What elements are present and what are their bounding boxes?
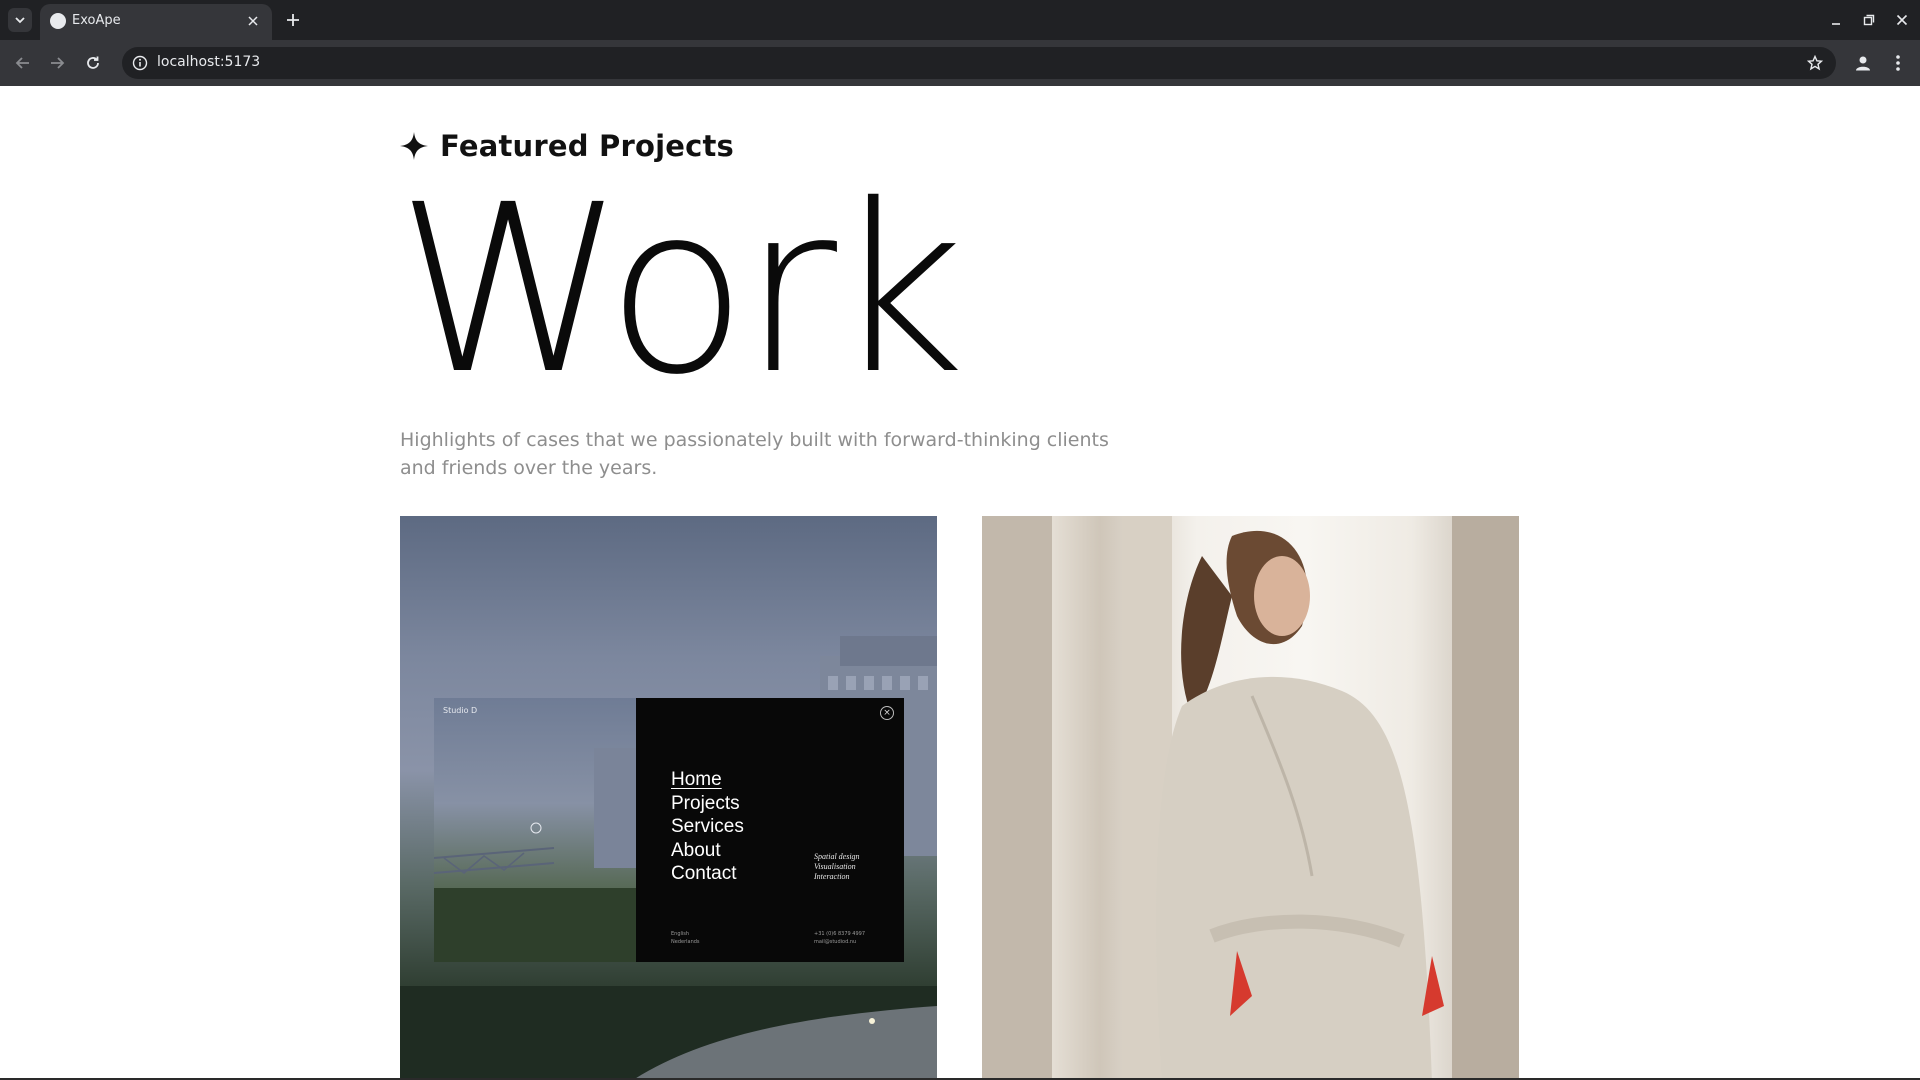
mockup-tag: Spatial design — [814, 852, 860, 861]
chevron-down-icon — [15, 17, 25, 24]
woman-in-coat-illustration — [982, 516, 1519, 1080]
mockup-tags: Spatial design Visualisation Interaction — [814, 852, 860, 882]
mockup-menu-item: About — [671, 839, 721, 861]
url-text[interactable]: localhost:5173 — [157, 54, 260, 70]
mockup-menu: Home Projects Services About Contact — [671, 768, 744, 886]
address-bar[interactable]: localhost:5173 — [122, 47, 1836, 79]
mockup-language: Nederlands — [671, 939, 700, 945]
browser-toolbar: localhost:5173 — [0, 40, 1920, 86]
page-content: Featured Projects Work Highlights of cas… — [0, 86, 1920, 1080]
bridge-illustration — [434, 748, 636, 962]
tab-title: ExoApe — [72, 13, 121, 28]
new-tab-button[interactable] — [282, 9, 304, 31]
arrow-right-icon — [51, 57, 65, 69]
mockup-menu-panel: × Home Projects Services About Contact S… — [636, 698, 904, 962]
person-icon — [1856, 56, 1870, 71]
mockup-menu-item: Projects — [671, 792, 740, 814]
project-card-studio-d[interactable]: Studio D × Home Projects Services About … — [400, 516, 937, 1080]
close-icon — [248, 16, 258, 26]
mockup-contact: +31 (0)6 8379 4997 mail@studiod.nu — [814, 930, 865, 946]
site-info-button[interactable] — [130, 53, 150, 73]
close-icon — [1896, 14, 1908, 26]
info-icon — [132, 55, 148, 71]
mockup-menu-item: Home — [671, 769, 722, 790]
mockup-hero-image: Studio D — [434, 698, 636, 962]
mockup-languages: English Nederlands — [671, 930, 700, 946]
site-mockup: Studio D × Home Projects Services About … — [434, 698, 904, 962]
arrow-left-icon — [15, 57, 29, 69]
mockup-email: mail@studiod.nu — [814, 939, 857, 945]
more-vertical-icon — [1896, 55, 1900, 71]
favicon-icon — [50, 13, 66, 29]
browser-tab-bar: ExoApe — [0, 0, 1920, 40]
hero-title: Work — [396, 155, 965, 425]
minimize-button[interactable] — [1826, 10, 1846, 30]
mockup-close-icon: × — [880, 706, 894, 720]
close-tab-button[interactable] — [244, 12, 262, 30]
hero-subtitle: Highlights of cases that we passionately… — [400, 429, 1109, 479]
reload-button[interactable] — [80, 50, 106, 76]
star-icon — [1807, 55, 1823, 71]
plus-icon — [287, 14, 299, 26]
restore-button[interactable] — [1859, 10, 1879, 30]
mockup-menu-item: Contact — [671, 863, 737, 884]
mockup-tag: Interaction — [814, 872, 850, 881]
browser-tab[interactable]: ExoApe — [40, 4, 272, 40]
browser-menu-button[interactable] — [1885, 50, 1911, 76]
back-button[interactable] — [10, 50, 36, 76]
profile-button[interactable] — [1850, 50, 1876, 76]
mockup-menu-item: Services — [671, 816, 744, 837]
restore-icon — [1863, 14, 1875, 26]
close-window-button[interactable] — [1892, 10, 1912, 30]
bookmark-button[interactable] — [1804, 52, 1826, 74]
minimize-icon — [1832, 23, 1840, 25]
mockup-language: English — [671, 931, 690, 937]
forward-button[interactable] — [44, 50, 70, 76]
mockup-phone: +31 (0)6 8379 4997 — [814, 931, 866, 937]
reload-icon — [87, 56, 99, 69]
tab-list-button[interactable] — [8, 8, 32, 32]
project-card-fashion[interactable] — [982, 516, 1519, 1080]
mockup-tag: Visualisation — [814, 862, 856, 871]
